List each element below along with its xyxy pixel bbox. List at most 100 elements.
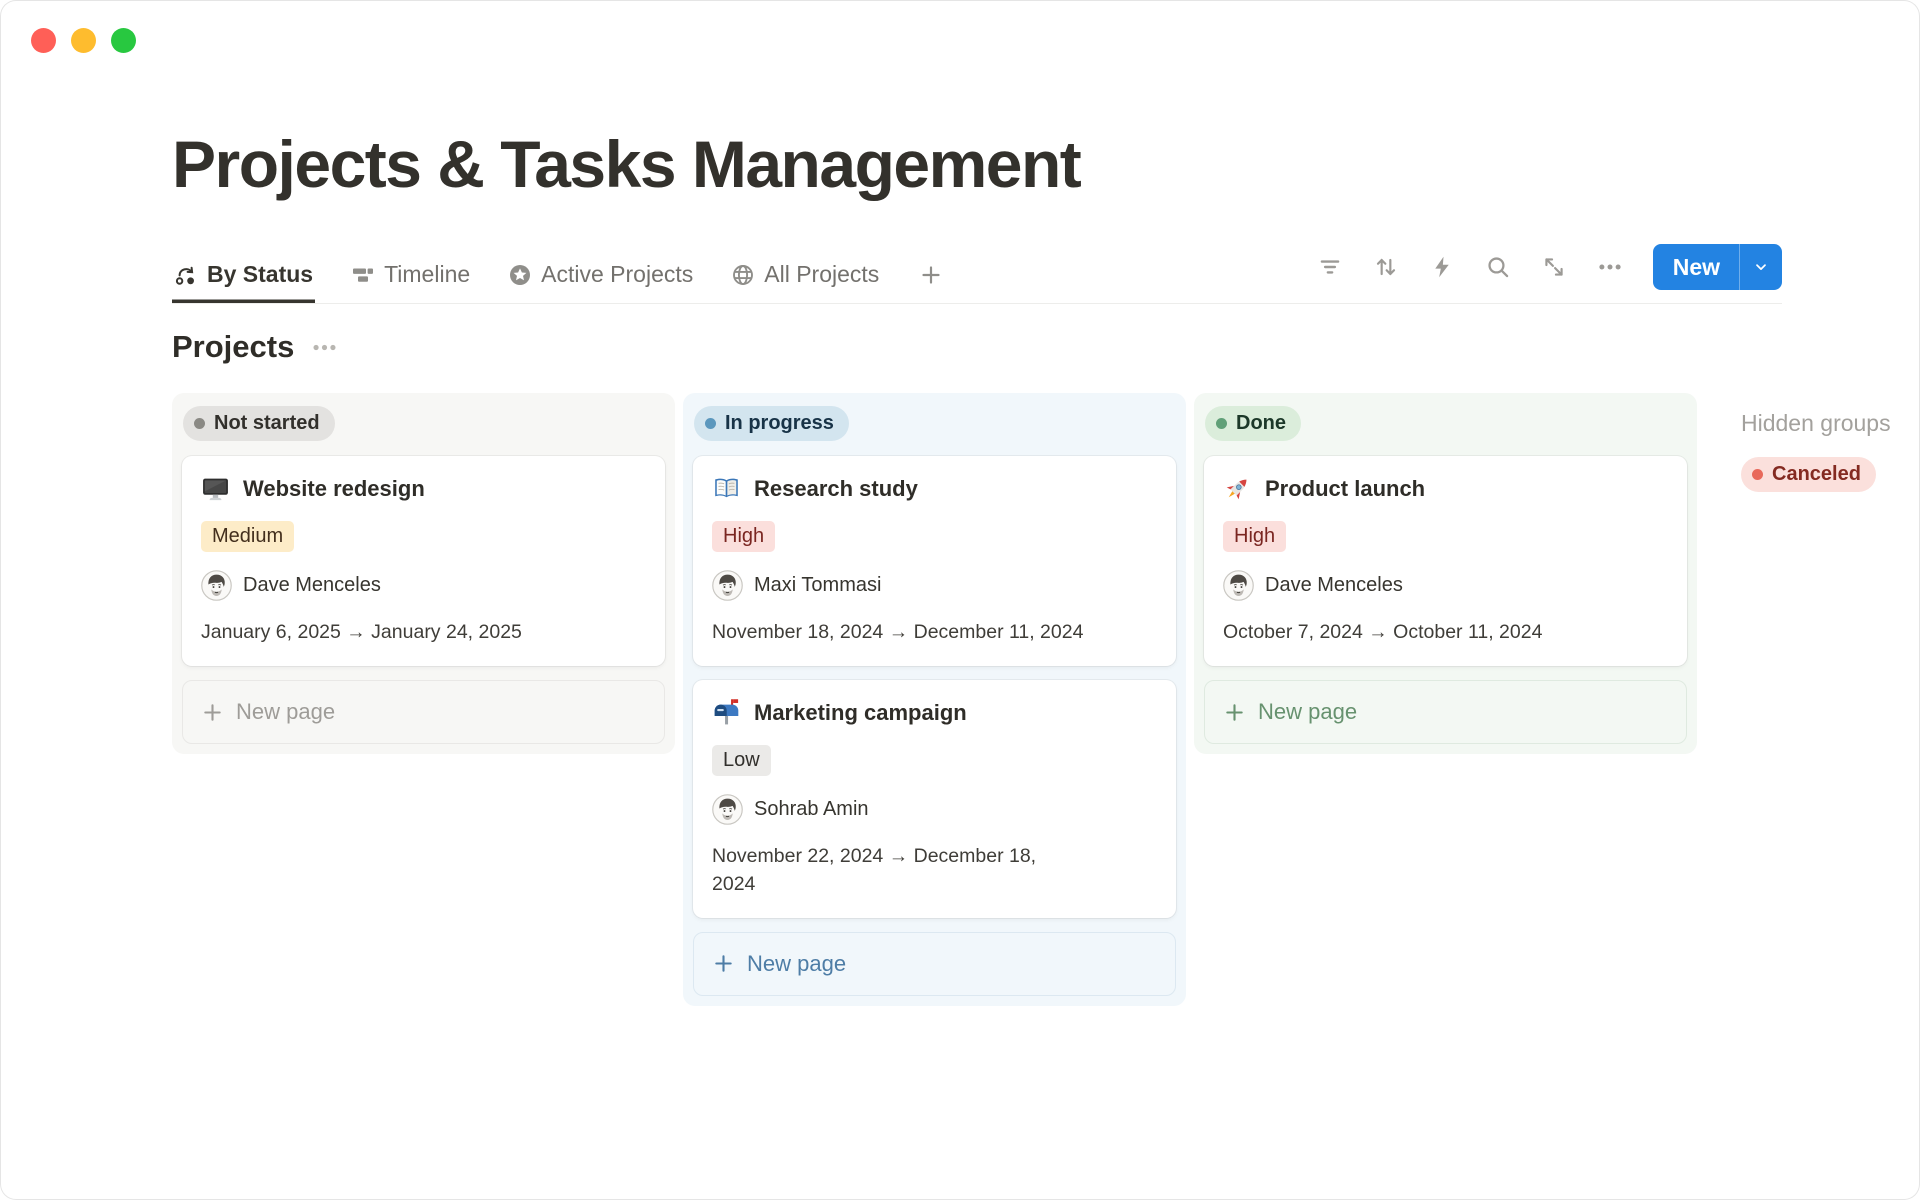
priority-row: Low — [712, 745, 1157, 776]
globe-icon — [731, 263, 755, 287]
priority-row: High — [712, 521, 1157, 552]
status-pill-label: Not started — [214, 412, 320, 435]
expand-icon[interactable] — [1541, 254, 1567, 280]
view-more-button[interactable] — [311, 334, 338, 361]
hidden-groups-pills: Canceled — [1741, 457, 1891, 492]
tab-label: By Status — [207, 261, 313, 288]
more-icon[interactable] — [1597, 254, 1623, 280]
project-card-product-launch[interactable]: Product launch High Dave Menceles October 7… — [1204, 456, 1687, 666]
status-pill-done[interactable]: Done — [1205, 406, 1301, 441]
window-close-button[interactable] — [31, 28, 56, 53]
priority-tag: High — [1223, 521, 1286, 552]
new-button-label[interactable]: New — [1653, 244, 1739, 290]
filter-icon[interactable] — [1317, 254, 1343, 280]
assignee-avatar — [712, 570, 743, 601]
status-pill-label: Done — [1236, 412, 1286, 435]
assignee-row: Dave Menceles — [201, 570, 646, 601]
new-button[interactable]: New — [1653, 244, 1782, 290]
assignee-name: Dave Menceles — [1265, 574, 1403, 597]
view-toolbar: New — [1317, 244, 1782, 303]
chevron-down-icon[interactable] — [1740, 244, 1782, 290]
automations-icon[interactable] — [1429, 254, 1455, 280]
filter-button[interactable] — [1317, 254, 1343, 280]
tab-timeline[interactable]: Timeline — [349, 253, 472, 303]
assignee-avatar — [201, 570, 232, 601]
board-column-not-started: Not started Website redesign Medium Dave Me… — [172, 393, 675, 754]
search-icon[interactable] — [1485, 254, 1511, 280]
tab-active-projects[interactable]: Active Projects — [506, 253, 695, 303]
plus-icon — [712, 952, 735, 975]
assignee-name: Sohrab Amin — [754, 798, 869, 821]
window-zoom-button[interactable] — [111, 28, 136, 53]
priority-tag: Low — [712, 745, 771, 776]
star-circle-icon — [508, 263, 532, 287]
page-content: Projects & Tasks Management By Status Tim… — [0, 0, 1920, 1006]
card-title-row: Website redesign — [201, 474, 646, 503]
new-page-label: New page — [1258, 699, 1357, 725]
column-header: Not started — [182, 403, 665, 456]
automations-button[interactable] — [1429, 254, 1455, 280]
status-board-icon — [174, 263, 198, 287]
assignee-row: Sohrab Amin — [712, 794, 1157, 825]
date-range: November 18, 2024 → December 11, 2024 — [712, 619, 1157, 646]
add-view-button[interactable] — [915, 255, 947, 302]
new-page-button[interactable]: New page — [1204, 680, 1687, 744]
plus-icon[interactable] — [919, 263, 943, 287]
search-button[interactable] — [1485, 254, 1511, 280]
board-column-done: Done Product launch High Dave Menceles Octob… — [1194, 393, 1697, 754]
tab-label: Active Projects — [541, 261, 693, 288]
column-header: In progress — [693, 403, 1176, 456]
timeline-bars-icon — [351, 263, 375, 287]
card-title-row: Research study — [712, 474, 1157, 503]
project-card-marketing-campaign[interactable]: Marketing campaign Low Sohrab Amin November… — [693, 680, 1176, 918]
status-pill-not-started[interactable]: Not started — [183, 406, 335, 441]
tab-by-status[interactable]: By Status — [172, 253, 315, 303]
plus-icon — [1223, 701, 1246, 724]
view-section-title: Projects — [172, 329, 294, 365]
page-title[interactable]: Projects & Tasks Management — [172, 126, 1920, 202]
kanban-board: Not started Website redesign Medium Dave Me… — [172, 393, 1920, 1006]
priority-row: Medium — [201, 521, 646, 552]
card-title-row: Marketing campaign — [712, 698, 1157, 727]
mailbox-raised-flag-icon — [712, 698, 741, 727]
board-column-in-progress: In progress Research study High Maxi Tommas… — [683, 393, 1186, 1006]
date-range: November 22, 2024 → December 18, 2024 — [712, 843, 1157, 898]
assignee-row: Dave Menceles — [1223, 570, 1668, 601]
date-range: January 6, 2025 → January 24, 2025 — [201, 619, 646, 646]
priority-row: High — [1223, 521, 1668, 552]
window-minimize-button[interactable] — [71, 28, 96, 53]
priority-tag: High — [712, 521, 775, 552]
project-card-website-redesign[interactable]: Website redesign Medium Dave Menceles Janua… — [182, 456, 665, 666]
sort-button[interactable] — [1373, 254, 1399, 280]
tab-label: Timeline — [384, 261, 470, 288]
assignee-name: Maxi Tommasi — [754, 574, 881, 597]
assignee-avatar — [1223, 570, 1254, 601]
status-pill-in-progress[interactable]: In progress — [694, 406, 849, 441]
sort-icon[interactable] — [1373, 254, 1399, 280]
tab-all-projects[interactable]: All Projects — [729, 253, 881, 303]
hidden-group-label: Canceled — [1772, 463, 1861, 486]
date-range: October 7, 2024 → October 11, 2024 — [1223, 619, 1668, 646]
status-dot-icon — [705, 418, 716, 429]
status-dot-icon — [1752, 469, 1763, 480]
view-tabbar: By Status Timeline Active Projects All Proj… — [172, 244, 1782, 304]
more-button[interactable] — [1597, 254, 1623, 280]
plus-icon — [201, 701, 224, 724]
status-dot-icon — [1216, 418, 1227, 429]
expand-button[interactable] — [1541, 254, 1567, 280]
new-page-button[interactable]: New page — [693, 932, 1176, 996]
status-dot-icon — [194, 418, 205, 429]
card-title: Marketing campaign — [754, 700, 967, 726]
priority-tag: Medium — [201, 521, 294, 552]
card-title-row: Product launch — [1223, 474, 1668, 503]
new-page-label: New page — [747, 951, 846, 977]
card-title: Product launch — [1265, 476, 1425, 502]
new-page-button[interactable]: New page — [182, 680, 665, 744]
assignee-name: Dave Menceles — [243, 574, 381, 597]
column-header: Done — [1204, 403, 1687, 456]
new-page-label: New page — [236, 699, 335, 725]
hidden-group-pill-canceled[interactable]: Canceled — [1741, 457, 1876, 492]
hidden-groups: Hidden groups Canceled — [1741, 393, 1891, 492]
project-card-research-study[interactable]: Research study High Maxi Tommasi November 1… — [693, 456, 1176, 666]
open-book-icon — [712, 474, 741, 503]
